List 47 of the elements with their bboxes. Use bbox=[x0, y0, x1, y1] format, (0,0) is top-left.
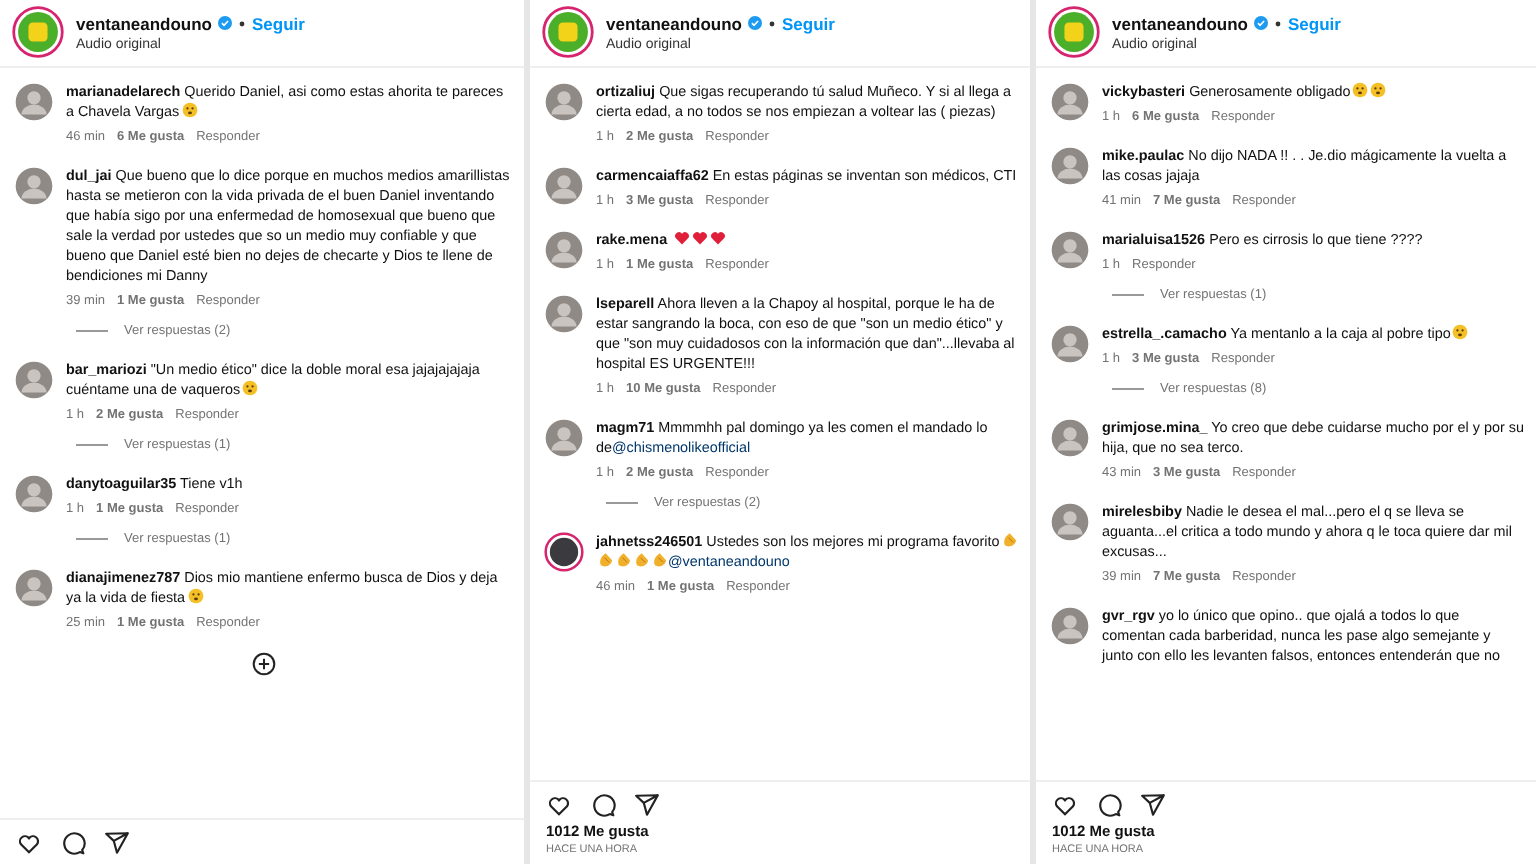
user-avatar[interactable] bbox=[1050, 606, 1090, 646]
comment-icon[interactable] bbox=[60, 830, 86, 856]
follow-link[interactable]: Seguir bbox=[1288, 13, 1341, 33]
user-avatar[interactable] bbox=[1050, 230, 1090, 270]
profile-avatar-icon[interactable] bbox=[12, 6, 64, 58]
account-name[interactable]: ventaneandouno bbox=[606, 13, 743, 33]
user-avatar[interactable] bbox=[544, 230, 584, 270]
user-avatar[interactable] bbox=[1050, 146, 1090, 186]
user-avatar[interactable] bbox=[544, 166, 584, 206]
separator-dot-icon bbox=[238, 19, 247, 27]
account-name[interactable]: ventaneandouno bbox=[76, 13, 213, 33]
emoji-face-icon bbox=[242, 380, 259, 396]
comment-icon[interactable] bbox=[1096, 792, 1122, 818]
user-avatar[interactable] bbox=[14, 474, 54, 514]
separator-dot-icon bbox=[768, 19, 777, 27]
separator-dot-icon bbox=[1274, 19, 1283, 27]
user-avatar[interactable] bbox=[1050, 324, 1090, 364]
user-avatar[interactable] bbox=[544, 82, 584, 122]
like-heart-icon[interactable] bbox=[16, 830, 42, 856]
share-icon[interactable] bbox=[634, 792, 660, 818]
user-avatar[interactable] bbox=[544, 418, 584, 458]
emoji-face-icon bbox=[187, 588, 204, 604]
like-heart-icon[interactable] bbox=[1052, 792, 1078, 818]
verified-badge-icon bbox=[1254, 16, 1269, 30]
user-avatar[interactable] bbox=[14, 166, 54, 206]
verified-badge-icon bbox=[218, 16, 233, 30]
user-avatar[interactable] bbox=[14, 82, 54, 122]
account-name[interactable]: ventaneandouno bbox=[1112, 13, 1249, 33]
follow-link[interactable]: Seguir bbox=[252, 13, 305, 33]
like-heart-icon[interactable] bbox=[546, 792, 572, 818]
user-avatar[interactable] bbox=[14, 568, 54, 608]
user-avatar-with-story-ring[interactable] bbox=[544, 532, 584, 572]
profile-avatar-icon[interactable] bbox=[1048, 6, 1100, 58]
comment-icon[interactable] bbox=[590, 792, 616, 818]
verified-badge-icon bbox=[748, 16, 763, 30]
follow-link[interactable]: Seguir bbox=[782, 13, 835, 33]
emoji-face-icon bbox=[181, 102, 198, 118]
profile-avatar-icon[interactable] bbox=[542, 6, 594, 58]
user-avatar[interactable] bbox=[544, 294, 584, 334]
user-avatar[interactable] bbox=[1050, 82, 1090, 122]
user-avatar[interactable] bbox=[1050, 418, 1090, 458]
user-avatar[interactable] bbox=[14, 360, 54, 400]
user-avatar[interactable] bbox=[1050, 502, 1090, 542]
add-circle-icon[interactable] bbox=[251, 652, 275, 676]
share-icon[interactable] bbox=[1140, 792, 1166, 818]
share-icon[interactable] bbox=[104, 830, 130, 856]
emoji-face-icon bbox=[1452, 324, 1469, 340]
